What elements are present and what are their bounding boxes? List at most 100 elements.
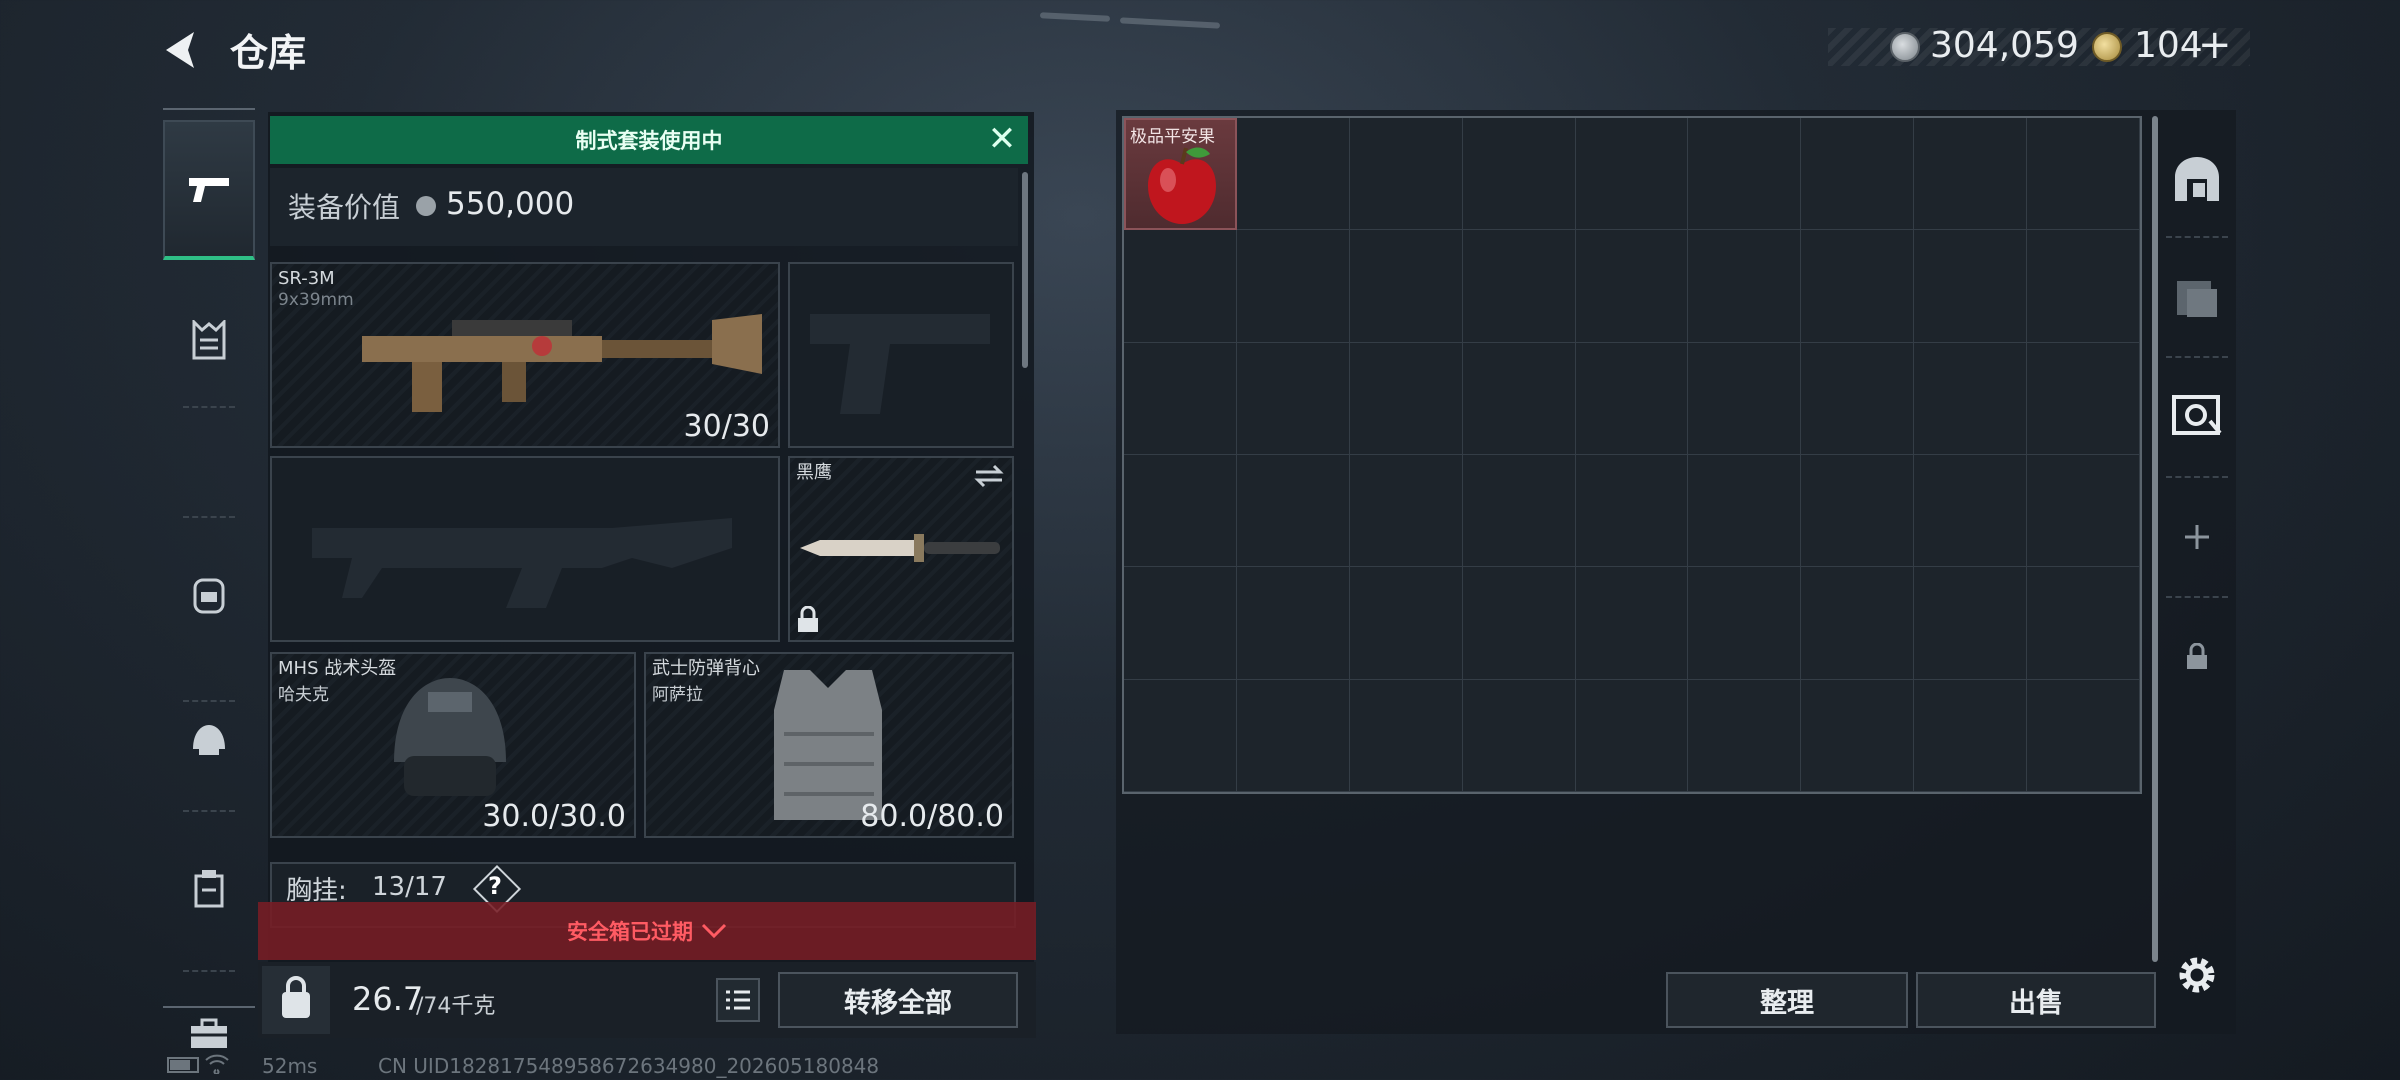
- storage-cell[interactable]: [1801, 455, 1915, 568]
- storage-cell[interactable]: [1349, 567, 1463, 680]
- storage-cell[interactable]: [1801, 342, 1915, 455]
- current-weight: 26.7: [352, 980, 424, 1018]
- pistol-slot[interactable]: [788, 262, 1014, 448]
- storage-item-name: 极品平安果: [1130, 127, 1215, 147]
- storage-cell[interactable]: [2027, 118, 2140, 231]
- list-view-button[interactable]: [716, 978, 760, 1022]
- storage-tab-2[interactable]: [2166, 266, 2228, 328]
- storage-cell[interactable]: [1801, 230, 1915, 343]
- medkit-icon: [194, 870, 224, 908]
- storage-cell[interactable]: [2027, 230, 2140, 343]
- storage-grid[interactable]: [1122, 116, 2142, 794]
- storage-cell[interactable]: [1688, 342, 1802, 455]
- sort-button[interactable]: 整理: [1666, 972, 1908, 1028]
- storage-cell[interactable]: [1236, 118, 1350, 231]
- storage-cell[interactable]: [1914, 342, 2028, 455]
- storage-cell[interactable]: [1462, 230, 1576, 343]
- storage-cell[interactable]: [1462, 679, 1576, 792]
- safe-box-warning-text: 安全箱已过期: [567, 920, 693, 944]
- safe-box-icon: [2172, 395, 2222, 435]
- safe-box-expired-banner[interactable]: 安全箱已过期: [258, 902, 1036, 960]
- weight-bag: [262, 966, 330, 1034]
- storage-tab-1[interactable]: [2166, 148, 2228, 210]
- silver-coin-icon: [1890, 32, 1920, 62]
- swap-icon[interactable]: [974, 464, 1004, 488]
- transfer-all-button[interactable]: 转移全部: [778, 972, 1018, 1028]
- help-icon[interactable]: ?: [488, 872, 502, 900]
- storage-cell[interactable]: [1801, 118, 1915, 231]
- primary-weapon-slot[interactable]: SR-3M 9x39mm 30/30: [270, 262, 780, 448]
- knife-icon: [800, 534, 1000, 562]
- storage-cell[interactable]: [1349, 679, 1463, 792]
- storage-cell[interactable]: [1124, 567, 1237, 680]
- storage-cell[interactable]: [1236, 230, 1350, 343]
- vest-slot[interactable]: 武士防弹背心 阿萨拉 80.0/80.0: [644, 652, 1014, 838]
- nav-backpack[interactable]: [163, 524, 255, 664]
- storage-cell[interactable]: [1575, 455, 1689, 568]
- close-icon[interactable]: ✕: [984, 122, 1020, 158]
- storage-cell[interactable]: [1236, 679, 1350, 792]
- locked-storage-slot[interactable]: [2166, 626, 2228, 688]
- storage-cell[interactable]: [1688, 118, 1802, 231]
- storage-cell[interactable]: [1688, 230, 1802, 343]
- storage-cell[interactable]: [1575, 679, 1689, 792]
- storage-cell[interactable]: [1914, 118, 2028, 231]
- equipment-value: 550,000: [446, 186, 575, 222]
- storage-cell[interactable]: [1124, 679, 1237, 792]
- storage-tab-3[interactable]: [2166, 384, 2228, 446]
- storage-cell[interactable]: [1462, 567, 1576, 680]
- weapon-name: SR-3M: [278, 268, 335, 289]
- storage-cell[interactable]: [1349, 455, 1463, 568]
- storage-cell[interactable]: [1914, 679, 2028, 792]
- storage-cell[interactable]: [1349, 230, 1463, 343]
- storage-cell[interactable]: [1236, 342, 1350, 455]
- sell-button[interactable]: 出售: [1916, 972, 2156, 1028]
- storage-cell[interactable]: [1349, 342, 1463, 455]
- nav-helmet[interactable]: [163, 670, 255, 810]
- storage-cell[interactable]: [1914, 567, 2028, 680]
- storage-cell[interactable]: [1914, 230, 2028, 343]
- storage-cell[interactable]: [1801, 679, 1915, 792]
- storage-cell[interactable]: [1349, 118, 1463, 231]
- storage-cell[interactable]: [2027, 342, 2140, 455]
- coin-icon: [416, 196, 436, 216]
- melee-slot[interactable]: 黑鹰: [788, 456, 1014, 642]
- helmet-slot[interactable]: MHS 战术头盔 哈夫克 30.0/30.0: [270, 652, 636, 838]
- back-arrow-icon[interactable]: [160, 28, 204, 72]
- storage-cell[interactable]: [1124, 455, 1237, 568]
- settings-gear-icon[interactable]: [2172, 950, 2222, 1000]
- list-icon: [726, 990, 750, 1010]
- add-storage-button[interactable]: [2166, 506, 2228, 568]
- storage-cell[interactable]: [1124, 342, 1237, 455]
- rifle-silhouette-icon: [312, 518, 732, 608]
- storage-cell[interactable]: [1688, 567, 1802, 680]
- storage-cell[interactable]: [1575, 230, 1689, 343]
- storage-cell[interactable]: [2027, 679, 2140, 792]
- nav-weapons[interactable]: [163, 120, 255, 260]
- storage-cell[interactable]: [1124, 230, 1237, 343]
- apple-icon: [1148, 147, 1216, 224]
- storage-cell[interactable]: [1575, 118, 1689, 231]
- storage-cell[interactable]: [1688, 455, 1802, 568]
- chest-rig-capacity: 13/17: [372, 872, 447, 902]
- nav-armor-rig[interactable]: [163, 270, 255, 410]
- gold-coin-icon: [2092, 32, 2122, 62]
- secondary-weapon-slot[interactable]: [270, 456, 780, 642]
- nav-medical[interactable]: [163, 818, 255, 958]
- storage-cell[interactable]: [1462, 118, 1576, 231]
- storage-cell[interactable]: [1801, 567, 1915, 680]
- storage-cell[interactable]: [1575, 567, 1689, 680]
- storage-cell[interactable]: [1462, 342, 1576, 455]
- storage-scrollbar[interactable]: [2152, 116, 2158, 962]
- storage-cell[interactable]: [1575, 342, 1689, 455]
- add-currency-button[interactable]: +: [2198, 22, 2232, 68]
- storage-cell[interactable]: [1236, 455, 1350, 568]
- storage-cell[interactable]: [1914, 455, 2028, 568]
- storage-cell[interactable]: [1462, 455, 1576, 568]
- storage-cell[interactable]: [1688, 679, 1802, 792]
- storage-cell[interactable]: [2027, 567, 2140, 680]
- loadout-scrollbar[interactable]: [1022, 172, 1028, 368]
- pistol-silhouette-icon: [810, 314, 990, 414]
- storage-cell[interactable]: [2027, 455, 2140, 568]
- storage-cell[interactable]: [1236, 567, 1350, 680]
